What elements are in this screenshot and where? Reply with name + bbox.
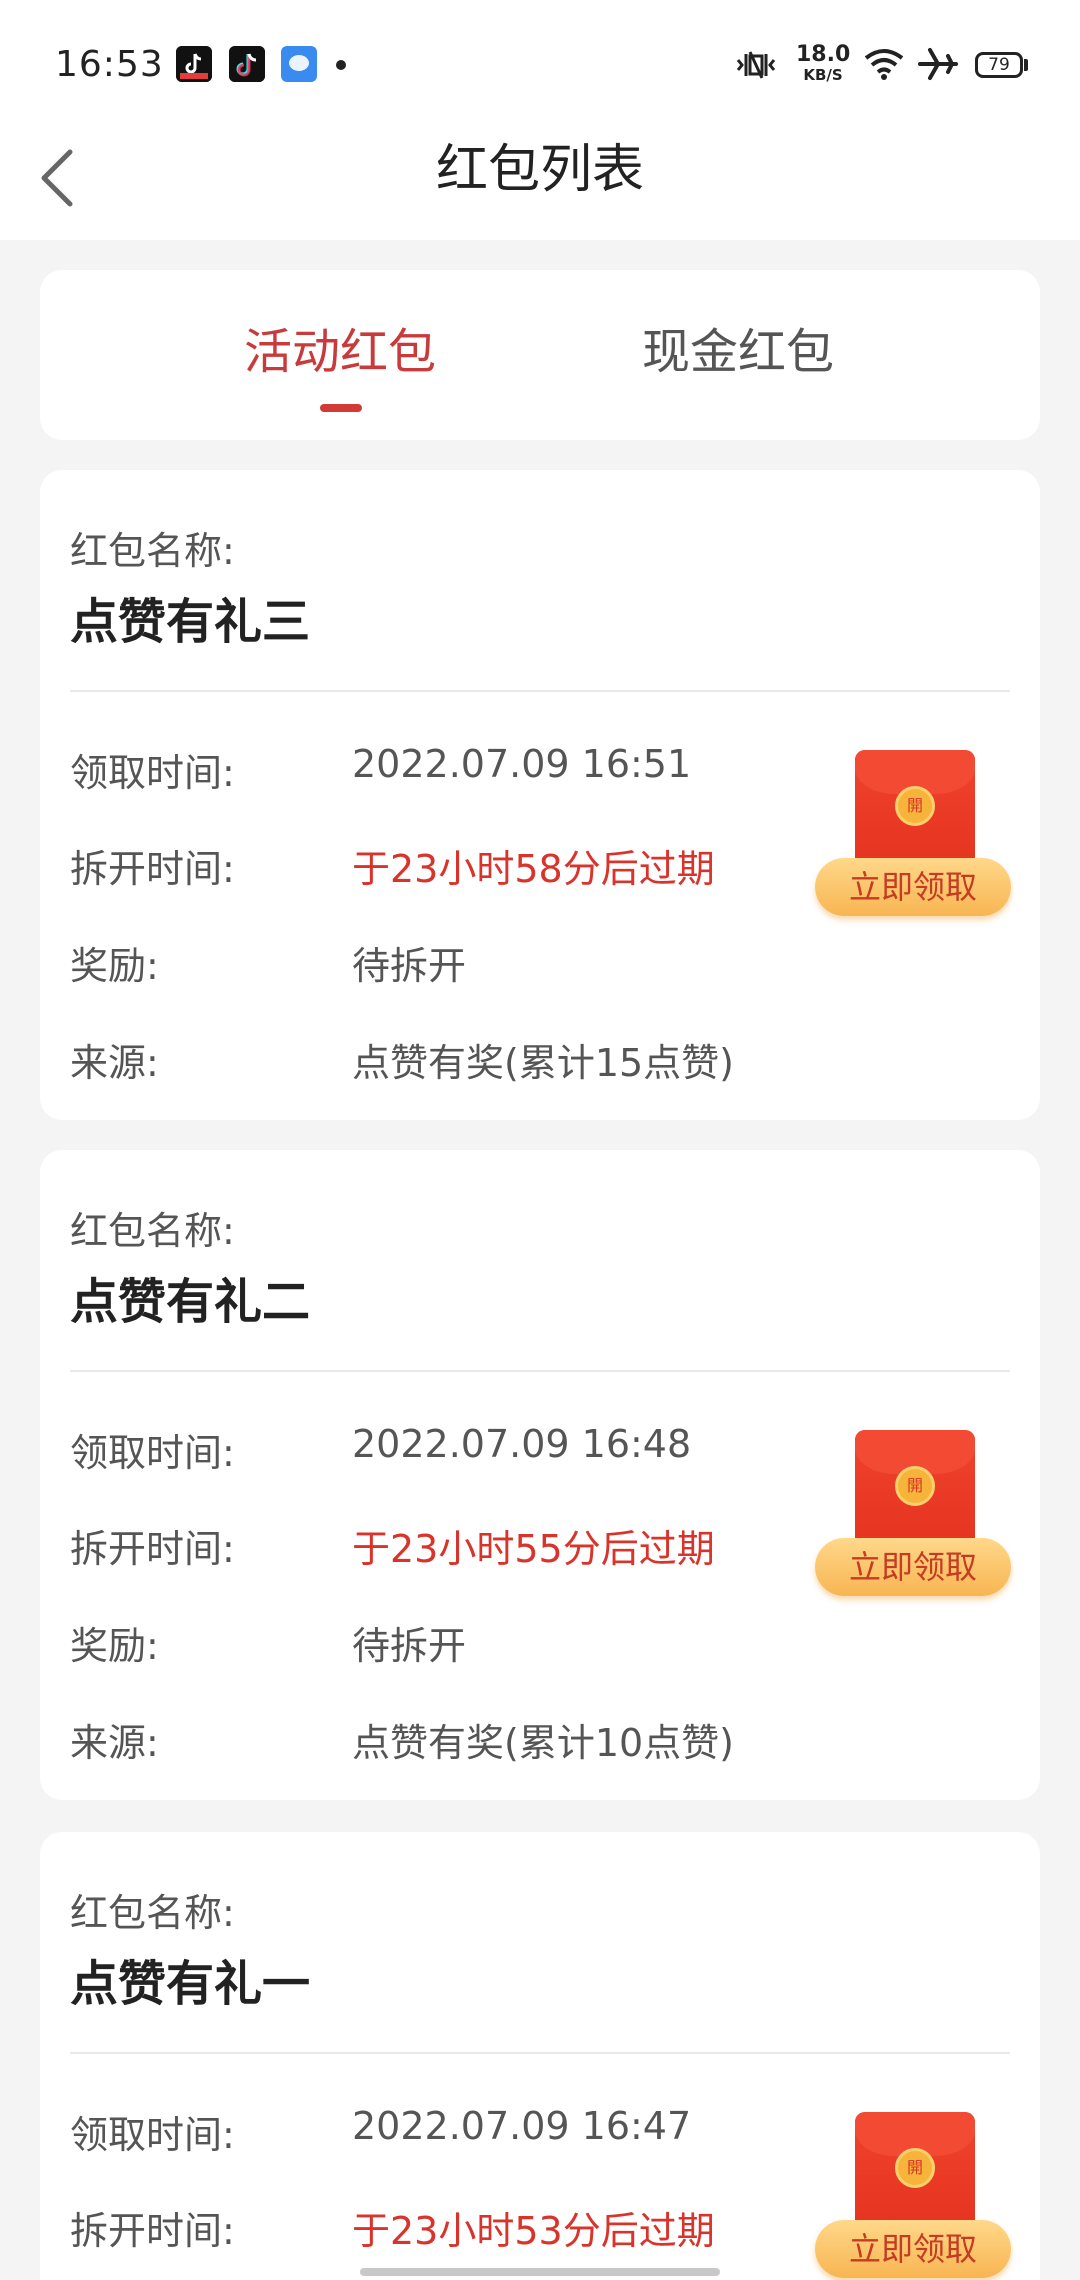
page-title: 红包列表 (435, 140, 644, 200)
red-packet-card: 红包名称: 点赞有礼三 领取时间: 2022.07.09 16:51 拆开时间:… (40, 470, 1040, 1120)
source-label: 来源: (70, 1721, 159, 1765)
status-time: 16:53 (55, 44, 164, 85)
red-packet-card: 红包名称: 点赞有礼二 领取时间: 2022.07.09 16:48 拆开时间:… (40, 1150, 1040, 1800)
expiry-countdown: 于23小时55分后过期 (352, 1527, 715, 1571)
divider (70, 690, 1010, 692)
tab-bar: 活动红包 现金红包 (40, 270, 1040, 440)
packet-name: 点赞有礼三 (70, 594, 311, 650)
source-value: 点赞有奖(累计15点赞) (352, 1041, 735, 1085)
home-indicator[interactable] (360, 2268, 720, 2276)
receive-time-label: 领取时间: (70, 1431, 235, 1475)
packet-name-label: 红包名称: (70, 1209, 235, 1253)
source-label: 来源: (70, 1041, 159, 1085)
tab-activity-packets[interactable]: 活动红包 (210, 322, 470, 382)
network-speed-value: 18.0 (796, 42, 851, 67)
envelope-seal-icon: 開 (895, 1466, 935, 1506)
status-bar: 16:53 18.0 KB/S 79 (0, 0, 1080, 130)
network-speed-unit: KB/S (803, 66, 843, 84)
chat-bubble-icon (281, 46, 317, 82)
reward-value: 待拆开 (352, 944, 467, 988)
red-envelope-icon: 開 (855, 2112, 975, 2232)
receive-time-value: 2022.07.09 16:47 (352, 2104, 692, 2148)
packet-name-label: 红包名称: (70, 529, 235, 573)
reward-label: 奖励: (70, 1624, 159, 1668)
douyin-icon (229, 46, 265, 82)
expiry-countdown: 于23小时58分后过期 (352, 847, 715, 891)
claim-button[interactable]: 立即领取 (815, 858, 1011, 916)
airplane-icon (918, 48, 958, 80)
battery-tip (1024, 59, 1028, 71)
envelope-seal-icon: 開 (895, 2148, 935, 2188)
source-value: 点赞有奖(累计10点赞) (352, 1721, 735, 1765)
open-time-label: 拆开时间: (70, 847, 235, 891)
expiry-countdown: 于23小时53分后过期 (352, 2209, 715, 2253)
network-speed: 18.0 KB/S (796, 44, 850, 83)
red-packet-card: 红包名称: 点赞有礼一 领取时间: 2022.07.09 16:47 拆开时间:… (40, 1832, 1040, 2280)
app-header: 红包列表 (0, 130, 1080, 240)
receive-time-label: 领取时间: (70, 2113, 235, 2157)
envelope-seal-icon: 開 (895, 786, 935, 826)
notification-dot (336, 60, 346, 70)
divider (70, 1370, 1010, 1372)
open-time-label: 拆开时间: (70, 2209, 235, 2253)
receive-time-value: 2022.07.09 16:51 (352, 742, 692, 786)
red-envelope-icon: 開 (855, 750, 975, 870)
packet-name-label: 红包名称: (70, 1891, 235, 1935)
receive-time-value: 2022.07.09 16:48 (352, 1422, 692, 1466)
tab-cash-packets[interactable]: 现金红包 (608, 322, 868, 382)
reward-value: 待拆开 (352, 1624, 467, 1668)
active-tab-indicator (320, 404, 362, 412)
battery-icon: 79 (975, 52, 1023, 78)
packet-name: 点赞有礼一 (70, 1956, 311, 2012)
open-time-label: 拆开时间: (70, 1527, 235, 1571)
vibrate-icon (736, 51, 776, 79)
packet-name: 点赞有礼二 (70, 1274, 311, 1330)
red-envelope-icon: 開 (855, 1430, 975, 1550)
claim-button[interactable]: 立即领取 (815, 1538, 1011, 1596)
divider (70, 2052, 1010, 2054)
claim-button[interactable]: 立即领取 (815, 2220, 1011, 2278)
receive-time-label: 领取时间: (70, 751, 235, 795)
reward-label: 奖励: (70, 944, 159, 988)
wifi-icon (864, 49, 904, 80)
douyin-lite-icon (176, 46, 212, 82)
